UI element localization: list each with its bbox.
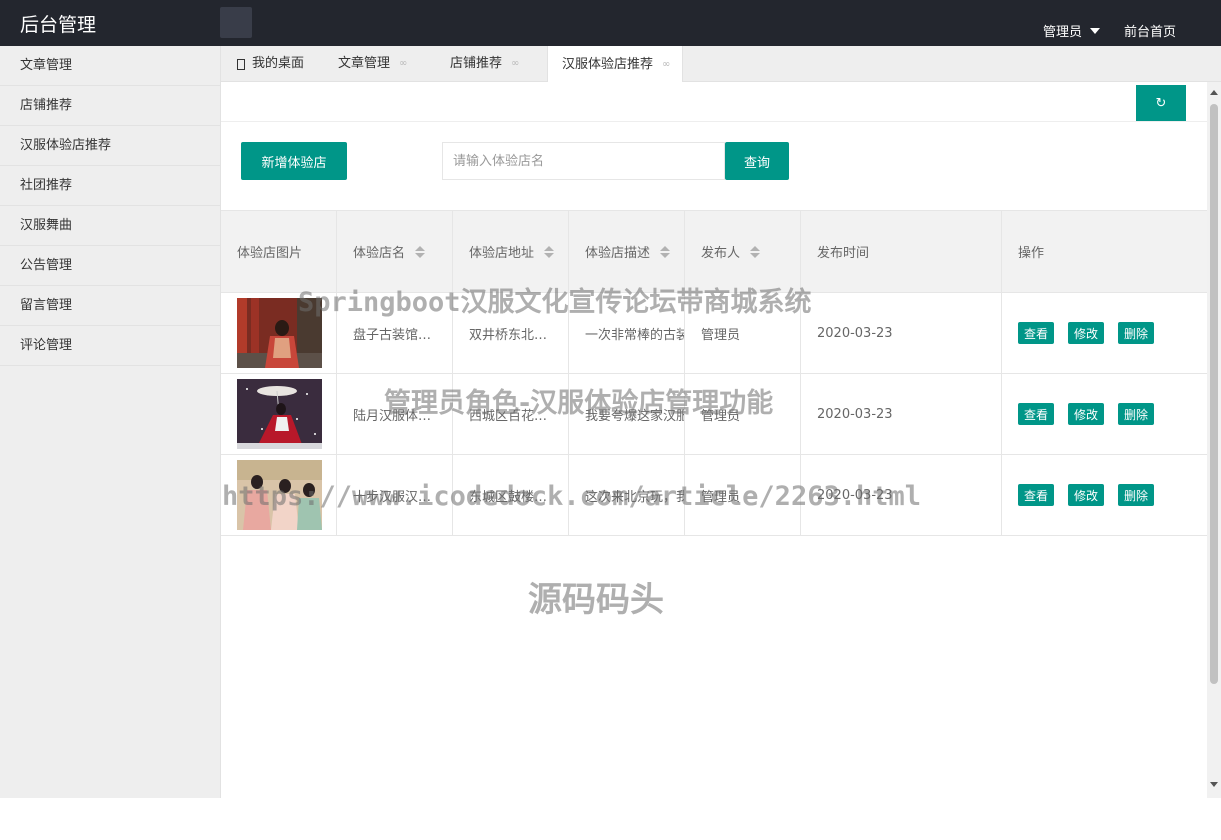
tab-experience-stores[interactable]: 汉服体验店推荐 ∞ xyxy=(547,46,684,83)
chevron-down-icon xyxy=(1090,27,1101,34)
publish-date: 2020-03-23 xyxy=(817,325,893,341)
view-button[interactable]: 查看 xyxy=(1018,322,1055,344)
close-icon[interactable]: ∞ xyxy=(399,46,407,82)
sidebar-item-notices[interactable]: 公告管理 xyxy=(0,246,220,286)
refresh-button[interactable]: ↻ xyxy=(1136,85,1186,121)
close-icon[interactable]: ∞ xyxy=(662,47,670,83)
refresh-icon: ↻ xyxy=(1155,95,1167,111)
publisher: 管理员 xyxy=(701,327,741,343)
scrollbar-thumb[interactable] xyxy=(1210,104,1218,684)
table-row: 陆月汉服体… 西城区百花… 我要夸爆这家汉服 管理员 2020-03-23 查看… xyxy=(221,374,1207,455)
column-header-label: 发布时间 xyxy=(817,246,870,261)
tab-label: 汉服体验店推荐 xyxy=(562,56,654,72)
admin-user-menu[interactable]: 管理员 xyxy=(1043,21,1101,40)
column-header-name[interactable]: 体验店名 xyxy=(337,211,453,292)
tab-label: 店铺推荐 xyxy=(450,56,503,71)
store-name: 盘子古装馆… xyxy=(353,327,432,343)
scroll-down-arrow-icon[interactable] xyxy=(1210,782,1218,787)
publisher: 管理员 xyxy=(701,408,741,424)
edit-button[interactable]: 修改 xyxy=(1068,403,1105,425)
store-name: 十步汉服汉… xyxy=(353,489,432,505)
tab-label: 我的桌面 xyxy=(252,56,305,71)
sidebar-item-articles[interactable]: 文章管理 xyxy=(0,46,220,86)
column-header-image: 体验店图片 xyxy=(221,211,337,292)
column-header-label: 体验店地址 xyxy=(469,246,535,261)
store-image xyxy=(237,298,322,368)
store-address: 双井桥东北… xyxy=(469,327,548,343)
publisher: 管理员 xyxy=(701,489,741,505)
tab-desktop[interactable]: 我的桌面 xyxy=(237,46,304,82)
refresh-strip: ↻ xyxy=(221,82,1207,122)
sort-icon[interactable] xyxy=(415,245,426,258)
column-header-date: 发布时间 xyxy=(801,211,1002,292)
view-button[interactable]: 查看 xyxy=(1018,484,1055,506)
sidebar: 文章管理 店铺推荐 汉服体验店推荐 社团推荐 汉服舞曲 公告管理 留言管理 评论… xyxy=(0,46,221,798)
sidebar-item-clubs[interactable]: 社团推荐 xyxy=(0,166,220,206)
edit-button[interactable]: 修改 xyxy=(1068,322,1105,344)
store-address: 东城区鼓楼… xyxy=(469,489,548,505)
column-header-actions: 操作 xyxy=(1002,211,1207,292)
sidebar-item-experience-stores[interactable]: 汉服体验店推荐 xyxy=(0,126,220,166)
store-table: 体验店图片 体验店名 体验店地址 体验店描述 发布人 发布时间 操作 盘子古装馆… xyxy=(221,210,1207,536)
table-header: 体验店图片 体验店名 体验店地址 体验店描述 发布人 发布时间 操作 xyxy=(221,211,1207,293)
column-header-label: 操作 xyxy=(1018,246,1045,261)
home-icon xyxy=(237,58,245,70)
store-description: 我要夸爆这家汉服 xyxy=(585,408,684,424)
scroll-up-arrow-icon[interactable] xyxy=(1210,90,1218,95)
table-row: 盘子古装馆… 双井桥东北… 一次非常棒的古装 管理员 2020-03-23 查看… xyxy=(221,293,1207,374)
column-header-description[interactable]: 体验店描述 xyxy=(569,211,685,292)
sort-icon[interactable] xyxy=(750,245,761,258)
close-icon[interactable]: ∞ xyxy=(511,46,519,82)
sidebar-item-comments[interactable]: 评论管理 xyxy=(0,326,220,366)
view-button[interactable]: 查看 xyxy=(1018,403,1055,425)
search-input[interactable] xyxy=(442,142,725,180)
publish-date: 2020-03-23 xyxy=(817,487,893,503)
store-description: 这次来北京玩，我 xyxy=(585,489,684,505)
edit-button[interactable]: 修改 xyxy=(1068,484,1105,506)
column-header-label: 体验店描述 xyxy=(585,246,651,261)
sort-icon[interactable] xyxy=(660,245,671,258)
tab-label: 文章管理 xyxy=(338,56,391,71)
bottom-blank-area xyxy=(0,798,1221,840)
top-header: 后台管理 管理员 前台首页 xyxy=(0,0,1221,46)
delete-button[interactable]: 删除 xyxy=(1118,403,1155,425)
column-header-publisher[interactable]: 发布人 xyxy=(685,211,801,292)
publish-date: 2020-03-23 xyxy=(817,406,893,422)
main-content: ↻ 新增体验店 查询 体验店图片 体验店名 体验店地址 体验店描述 发布人 发布… xyxy=(221,82,1207,798)
tab-shops[interactable]: 店铺推荐 ∞ xyxy=(450,46,519,82)
delete-button[interactable]: 删除 xyxy=(1118,484,1155,506)
sidebar-item-dances[interactable]: 汉服舞曲 xyxy=(0,206,220,246)
app-title: 后台管理 xyxy=(20,14,97,36)
sidebar-toggle-button[interactable] xyxy=(220,7,252,38)
delete-button[interactable]: 删除 xyxy=(1118,322,1155,344)
sidebar-item-messages[interactable]: 留言管理 xyxy=(0,286,220,326)
store-description: 一次非常棒的古装 xyxy=(585,327,684,343)
search-button[interactable]: 查询 xyxy=(725,142,789,180)
add-store-button[interactable]: 新增体验店 xyxy=(241,142,347,180)
column-header-address[interactable]: 体验店地址 xyxy=(453,211,569,292)
column-header-label: 体验店名 xyxy=(353,246,406,261)
sort-icon[interactable] xyxy=(544,245,555,258)
front-page-link[interactable]: 前台首页 xyxy=(1124,21,1176,40)
admin-label: 管理员 xyxy=(1043,25,1083,40)
vertical-scrollbar[interactable] xyxy=(1207,82,1221,798)
sidebar-item-shops[interactable]: 店铺推荐 xyxy=(0,86,220,126)
table-row: 十步汉服汉… 东城区鼓楼… 这次来北京玩，我 管理员 2020-03-23 查看… xyxy=(221,455,1207,536)
store-image xyxy=(237,460,322,530)
tab-articles[interactable]: 文章管理 ∞ xyxy=(338,46,407,82)
store-image xyxy=(237,379,322,449)
store-name: 陆月汉服体… xyxy=(353,408,432,424)
tab-bar: 我的桌面 文章管理 ∞ 店铺推荐 ∞ 汉服体验店推荐 ∞ xyxy=(221,46,1221,83)
store-address: 西城区百花… xyxy=(469,408,548,424)
column-header-label: 体验店图片 xyxy=(237,246,303,261)
column-header-label: 发布人 xyxy=(701,246,741,261)
